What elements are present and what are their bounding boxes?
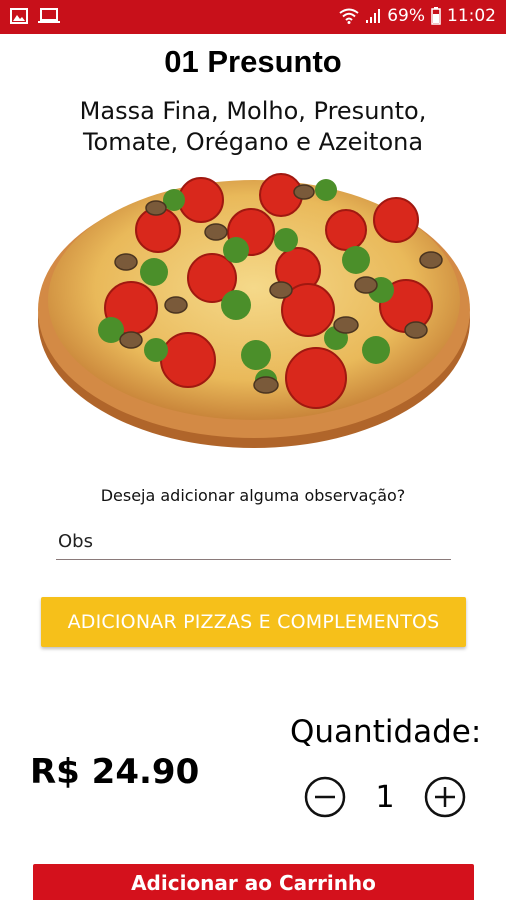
add-to-cart-button[interactable]: Adicionar ao Carrinho [33,864,474,900]
minus-circle-icon [304,776,346,818]
status-bar: 69% 11:02 [0,0,506,34]
battery-icon [431,7,441,25]
decrease-quantity-button[interactable] [302,774,348,820]
battery-percent: 69% [387,6,425,26]
plus-circle-icon [424,776,466,818]
wifi-icon [339,8,359,24]
product-description: Massa Fina, Molho, Presunto, Tomate, Oré… [79,97,427,156]
signal-icon [366,9,381,23]
laptop-icon [38,8,60,23]
quantity-label: Quantidade: [290,714,482,750]
pizza-image [38,173,470,448]
add-pizzas-complements-button[interactable]: ADICIONAR PIZZAS E COMPLEMENTOS [41,597,466,647]
price-label: R$ 24.90 [30,752,200,792]
quantity-value: 1 [375,780,395,815]
observation-question: Deseja adicionar alguma observação? [100,486,406,505]
image-icon [10,8,28,24]
increase-quantity-button[interactable] [422,774,468,820]
product-title: 01 Presunto [164,44,342,79]
clock: 11:02 [447,6,496,26]
observation-input[interactable] [56,524,451,560]
